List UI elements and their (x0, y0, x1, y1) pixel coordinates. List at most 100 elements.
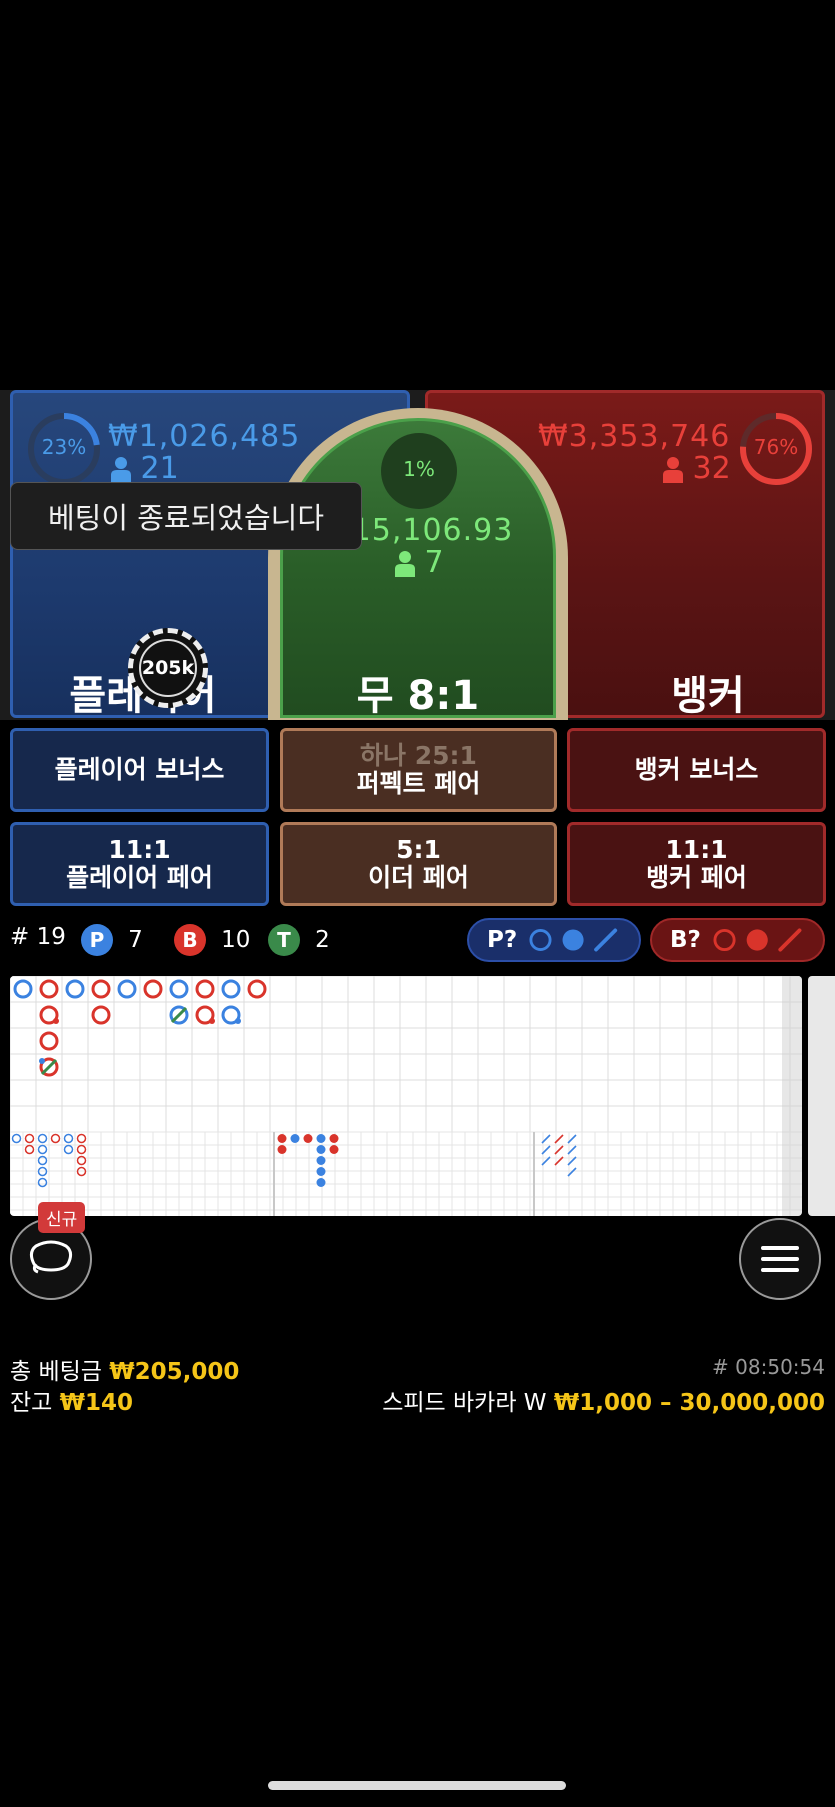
player-bonus-label: 플레이어 보너스 (54, 755, 225, 784)
home-indicator[interactable] (268, 1781, 566, 1790)
betting-table: 23% ₩1,026,485 21 플레이어 76% ₩3,353,746 32… (0, 390, 835, 720)
perfect-pair-bet[interactable]: 하나 25:1 퍼펙트 페어 (280, 728, 557, 812)
banker-pair-odds: 11:1 (665, 835, 728, 864)
game-name: 스피드 바카라 W (382, 1390, 547, 1416)
either-pair-label: 이더 페어 (368, 863, 469, 892)
player-predict-label: P? (487, 927, 518, 953)
tie-stat: T 2 (268, 924, 330, 956)
scroll-fade (782, 976, 802, 1216)
big-eye-mark (24, 1144, 35, 1155)
player-pair-odds: 11:1 (108, 835, 171, 864)
roadmap-grid (10, 976, 802, 1216)
banker-percent: 76% (753, 435, 799, 459)
road-result-ring (195, 979, 215, 999)
road-result-ring (91, 1005, 111, 1025)
big-eye-mark (50, 1133, 61, 1144)
road-result-ring (221, 979, 241, 999)
player-count-row: 21 (111, 451, 179, 486)
tie-count: 7 (424, 545, 444, 580)
player-predict-icons (529, 928, 618, 952)
banker-predict-label: B? (670, 927, 701, 953)
balance-value: ₩140 (59, 1390, 134, 1416)
player-pair-label: 플레이어 페어 (66, 863, 213, 892)
menu-button[interactable] (739, 1218, 821, 1300)
tie-percent: 1% (403, 457, 435, 481)
player-predict-button[interactable]: P? (467, 918, 641, 962)
road-result-ring (39, 979, 59, 999)
big-eye-mark (37, 1144, 48, 1155)
tie-badge: T (268, 924, 300, 956)
pair-dot (235, 1018, 241, 1024)
big-eye-mark (11, 1133, 22, 1144)
banker-bonus-bet[interactable]: 뱅커 보너스 (567, 728, 826, 812)
small-road-mark (329, 1134, 339, 1143)
small-road-mark (329, 1145, 339, 1154)
banker-predict-button[interactable]: B? (650, 918, 825, 962)
tie-zone-label: 무 8:1 (356, 673, 480, 719)
big-eye-mark (37, 1177, 48, 1188)
road-result-ring (169, 979, 189, 999)
person-icon (111, 456, 131, 483)
player-count: 21 (140, 451, 179, 486)
big-eye-mark (63, 1133, 74, 1144)
banker-zone-label: 뱅커 (671, 673, 745, 719)
pair-dot (53, 1018, 59, 1024)
perfect-pair-label: 퍼펙트 페어 (356, 769, 481, 798)
small-road-mark (277, 1145, 287, 1154)
banker-wins-stat: B 10 (174, 924, 250, 956)
player-percent: 23% (41, 435, 87, 459)
banker-count-row: 32 (663, 451, 731, 486)
tie-count-stat: 2 (315, 927, 330, 953)
road-result-ring (65, 979, 85, 999)
new-badge: 신규 (38, 1202, 86, 1233)
player-total-amount: ₩1,026,485 (108, 419, 301, 454)
perfect-pair-odds: 하나 25:1 (360, 741, 477, 770)
chip-value: 205k (139, 639, 197, 697)
small-road-mark (316, 1134, 326, 1143)
road-result-ring (91, 979, 111, 999)
small-road-mark (316, 1156, 326, 1165)
small-road-mark (277, 1134, 287, 1143)
game-info-row: 스피드 바카라 W ₩1,000 – 30,000,000 (382, 1383, 825, 1417)
small-road-mark (290, 1134, 300, 1143)
either-pair-bet[interactable]: 5:1 이더 페어 (280, 822, 557, 906)
pair-dot (39, 1058, 45, 1064)
road-result-ring (143, 979, 163, 999)
hamburger-menu-icon (761, 1246, 799, 1272)
total-bet-value: ₩205,000 (109, 1359, 240, 1385)
road-result-ring (39, 1031, 59, 1051)
total-bet-row: 총 베팅금 ₩205,000 (10, 1352, 239, 1386)
small-road-mark (303, 1134, 313, 1143)
placed-chip: 205k (128, 628, 208, 708)
roadmap-scroll-peek[interactable] (808, 976, 835, 1216)
tie-bet-zone[interactable]: 1% ₩15,106.93 7 무 8:1 (280, 418, 556, 719)
banker-badge: B (174, 924, 206, 956)
player-wins-stat: P 7 (81, 924, 143, 956)
big-eye-mark (76, 1133, 87, 1144)
banker-wins-count: 10 (221, 927, 251, 953)
person-icon (395, 550, 415, 577)
banker-pair-bet[interactable]: 11:1 뱅커 페어 (567, 822, 826, 906)
banker-count: 32 (692, 451, 731, 486)
big-eye-mark (24, 1133, 35, 1144)
banker-predict-icons (713, 928, 802, 952)
pair-dot (209, 1018, 215, 1024)
big-eye-mark (76, 1144, 87, 1155)
tie-count-row: 7 (395, 545, 444, 580)
road-result-ring (117, 979, 137, 999)
player-pair-bet[interactable]: 11:1 플레이어 페어 (10, 822, 269, 906)
roadmap-board[interactable] (10, 976, 802, 1216)
player-wins-count: 7 (128, 927, 143, 953)
banker-total-amount: ₩3,353,746 (538, 419, 731, 454)
betting-closed-toast: 베팅이 종료되었습니다 (10, 482, 362, 550)
game-id: # 08:50:54 (712, 1355, 825, 1379)
big-eye-mark (63, 1144, 74, 1155)
small-road-mark (316, 1145, 326, 1154)
big-eye-mark (37, 1133, 48, 1144)
player-bonus-bet[interactable]: 플레이어 보너스 (10, 728, 269, 812)
chat-bubble-icon (29, 1240, 73, 1274)
balance-row: 잔고 ₩140 (10, 1383, 133, 1417)
small-road-mark (316, 1178, 326, 1187)
person-icon (663, 456, 683, 483)
total-bet-label: 총 베팅금 (10, 1359, 102, 1385)
